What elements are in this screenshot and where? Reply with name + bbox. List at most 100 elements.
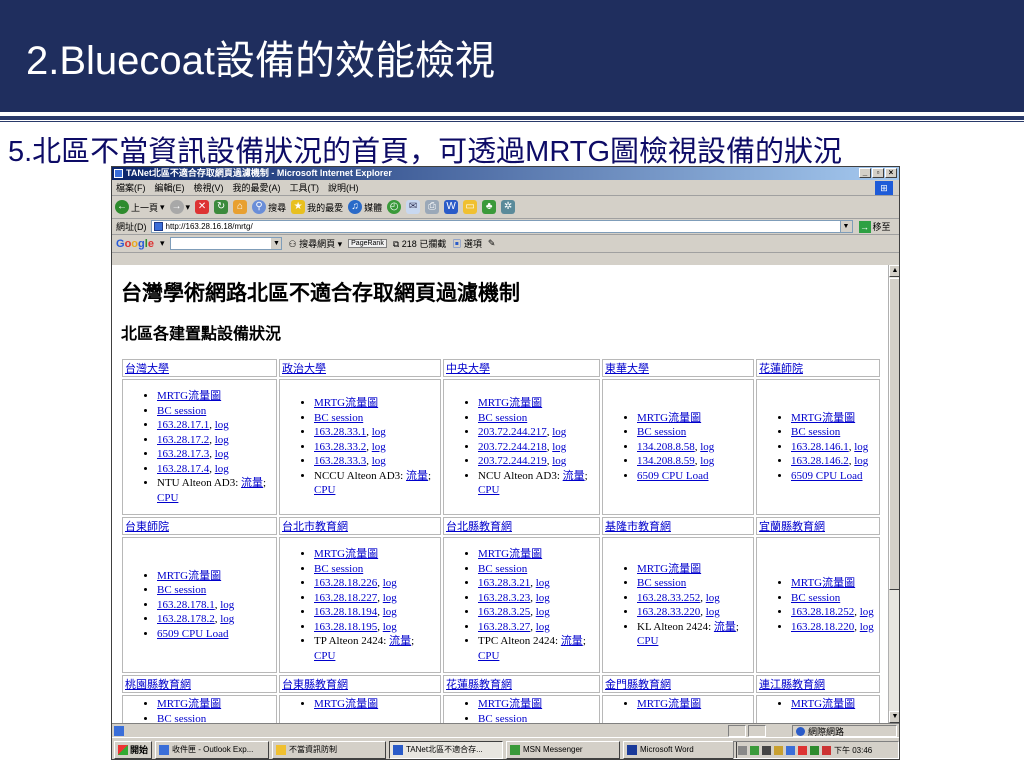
history-icon[interactable]: ◴: [387, 200, 402, 214]
task-ie[interactable]: TANet北區不適合存...: [389, 740, 504, 759]
ip-link[interactable]: 203.72.244.219: [478, 455, 547, 467]
options-button[interactable]: ▣ 選項: [452, 237, 482, 250]
menu-file[interactable]: 檔案(F): [116, 181, 146, 194]
device-link[interactable]: BC session: [314, 412, 363, 424]
stat-link[interactable]: CPU: [637, 635, 658, 647]
log-link[interactable]: log: [536, 621, 550, 633]
device-link[interactable]: 6509 CPU Load: [791, 470, 863, 482]
log-link[interactable]: log: [854, 441, 868, 453]
ip-link[interactable]: 203.72.244.217: [478, 426, 547, 438]
scroll-down-icon[interactable]: ▼: [889, 711, 899, 723]
device-link[interactable]: MRTG流量圖: [314, 397, 378, 409]
ip-link[interactable]: 163.28.33.2: [314, 441, 366, 453]
home-icon[interactable]: ⌂: [233, 200, 248, 214]
google-search-input[interactable]: ▼: [170, 237, 283, 250]
edit-word-icon[interactable]: W: [444, 200, 459, 214]
device-link[interactable]: BC session: [314, 563, 363, 575]
close-button[interactable]: ×: [885, 168, 897, 178]
site-link[interactable]: 桃園縣教育網: [125, 679, 191, 691]
log-link[interactable]: log: [215, 448, 229, 460]
log-link[interactable]: log: [215, 434, 229, 446]
alert-icon[interactable]: [822, 745, 831, 755]
site-link[interactable]: 連江縣教育網: [759, 679, 825, 691]
ip-link[interactable]: 163.28.18.194: [314, 606, 377, 618]
device-link[interactable]: MRTG流量圖: [157, 570, 221, 582]
ip-link[interactable]: 163.28.146.1: [791, 441, 849, 453]
ip-link[interactable]: 163.28.33.3: [314, 455, 366, 467]
log-link[interactable]: log: [860, 621, 874, 633]
log-link[interactable]: log: [215, 463, 229, 475]
mail-icon[interactable]: ✉: [406, 200, 421, 214]
log-link[interactable]: log: [552, 426, 566, 438]
site-link[interactable]: 花蓮師院: [759, 363, 803, 375]
ip-link[interactable]: 163.28.146.2: [791, 455, 849, 467]
device-link[interactable]: BC session: [791, 426, 840, 438]
scroll-up-icon[interactable]: ▲: [889, 265, 899, 277]
log-link[interactable]: log: [860, 606, 874, 618]
device-link[interactable]: MRTG流量圖: [478, 698, 542, 710]
log-link[interactable]: log: [220, 599, 234, 611]
menu-view[interactable]: 檢視(V): [194, 181, 224, 194]
ip-link[interactable]: 163.28.178.2: [157, 613, 215, 625]
device-link[interactable]: BC session: [478, 563, 527, 575]
address-input[interactable]: http://163.28.16.18/mrtg/ ▼: [150, 220, 853, 233]
device-link[interactable]: MRTG流量圖: [478, 397, 542, 409]
ip-link[interactable]: 163.28.33.220: [637, 606, 700, 618]
site-link[interactable]: 政治大學: [282, 363, 326, 375]
site-link[interactable]: 花蓮縣教育網: [446, 679, 512, 691]
ip-link[interactable]: 163.28.17.1: [157, 419, 209, 431]
device-link[interactable]: 6509 CPU Load: [157, 628, 229, 640]
search-web-button[interactable]: ⚇ 搜尋網頁 ▾: [288, 237, 342, 250]
print-icon[interactable]: ⎙: [425, 200, 440, 214]
log-link[interactable]: log: [383, 621, 397, 633]
ip-link[interactable]: 163.28.17.2: [157, 434, 209, 446]
device-link[interactable]: BC session: [157, 405, 206, 417]
device-link[interactable]: MRTG流量圖: [637, 563, 701, 575]
ip-link[interactable]: 134.208.8.59: [637, 455, 695, 467]
ip-link[interactable]: 163.28.17.3: [157, 448, 209, 460]
ip-link[interactable]: 163.28.3.23: [478, 592, 530, 604]
address-dropdown-icon[interactable]: ▼: [839, 221, 852, 232]
vertical-scrollbar[interactable]: ▲ ▼: [888, 265, 899, 723]
ip-link[interactable]: 163.28.18.226: [314, 577, 377, 589]
device-link[interactable]: BC session: [637, 577, 686, 589]
ip-link[interactable]: 163.28.18.195: [314, 621, 377, 633]
site-link[interactable]: 台北縣教育網: [446, 521, 512, 533]
device-link[interactable]: BC session: [478, 412, 527, 424]
log-link[interactable]: log: [383, 577, 397, 589]
log-link[interactable]: log: [372, 441, 386, 453]
log-link[interactable]: log: [220, 613, 234, 625]
log-link[interactable]: log: [700, 441, 714, 453]
menu-help[interactable]: 說明(H): [328, 181, 359, 194]
log-link[interactable]: log: [552, 441, 566, 453]
pagerank-indicator[interactable]: PageRank: [348, 239, 387, 248]
menu-favorites[interactable]: 我的最愛(A): [233, 181, 281, 194]
refresh-icon[interactable]: ↻: [214, 200, 229, 214]
stat-link[interactable]: 流量: [241, 477, 263, 489]
highlight-pen-icon[interactable]: ✎: [488, 238, 496, 249]
device-link[interactable]: MRTG流量圖: [637, 412, 701, 424]
antivirus-icon[interactable]: [798, 745, 807, 755]
messenger-tray-icon[interactable]: [810, 745, 819, 755]
log-link[interactable]: log: [706, 606, 720, 618]
google-search-dropdown-icon[interactable]: ▼: [271, 238, 282, 249]
stat-link[interactable]: 流量: [406, 470, 428, 482]
forward-button[interactable]: → ▾: [169, 200, 190, 214]
device-link[interactable]: BC session: [157, 584, 206, 596]
menu-tools[interactable]: 工具(T): [290, 181, 320, 194]
ip-link[interactable]: 163.28.33.252: [637, 592, 700, 604]
site-link[interactable]: 東華大學: [605, 363, 649, 375]
ip-link[interactable]: 163.28.18.220: [791, 621, 854, 633]
device-link[interactable]: MRTG流量圖: [637, 698, 701, 710]
start-button[interactable]: 開始: [114, 740, 153, 759]
back-button[interactable]: ← 上一頁 ▾: [115, 200, 165, 214]
stat-link[interactable]: CPU: [478, 650, 499, 662]
log-link[interactable]: log: [536, 577, 550, 589]
stat-link[interactable]: 流量: [389, 635, 411, 647]
ip-link[interactable]: 163.28.17.4: [157, 463, 209, 475]
media-button[interactable]: ♫ 媒體: [348, 200, 382, 214]
stop-icon[interactable]: ✕: [195, 200, 210, 214]
log-link[interactable]: log: [372, 455, 386, 467]
log-link[interactable]: log: [215, 419, 229, 431]
device-link[interactable]: MRTG流量圖: [791, 698, 855, 710]
